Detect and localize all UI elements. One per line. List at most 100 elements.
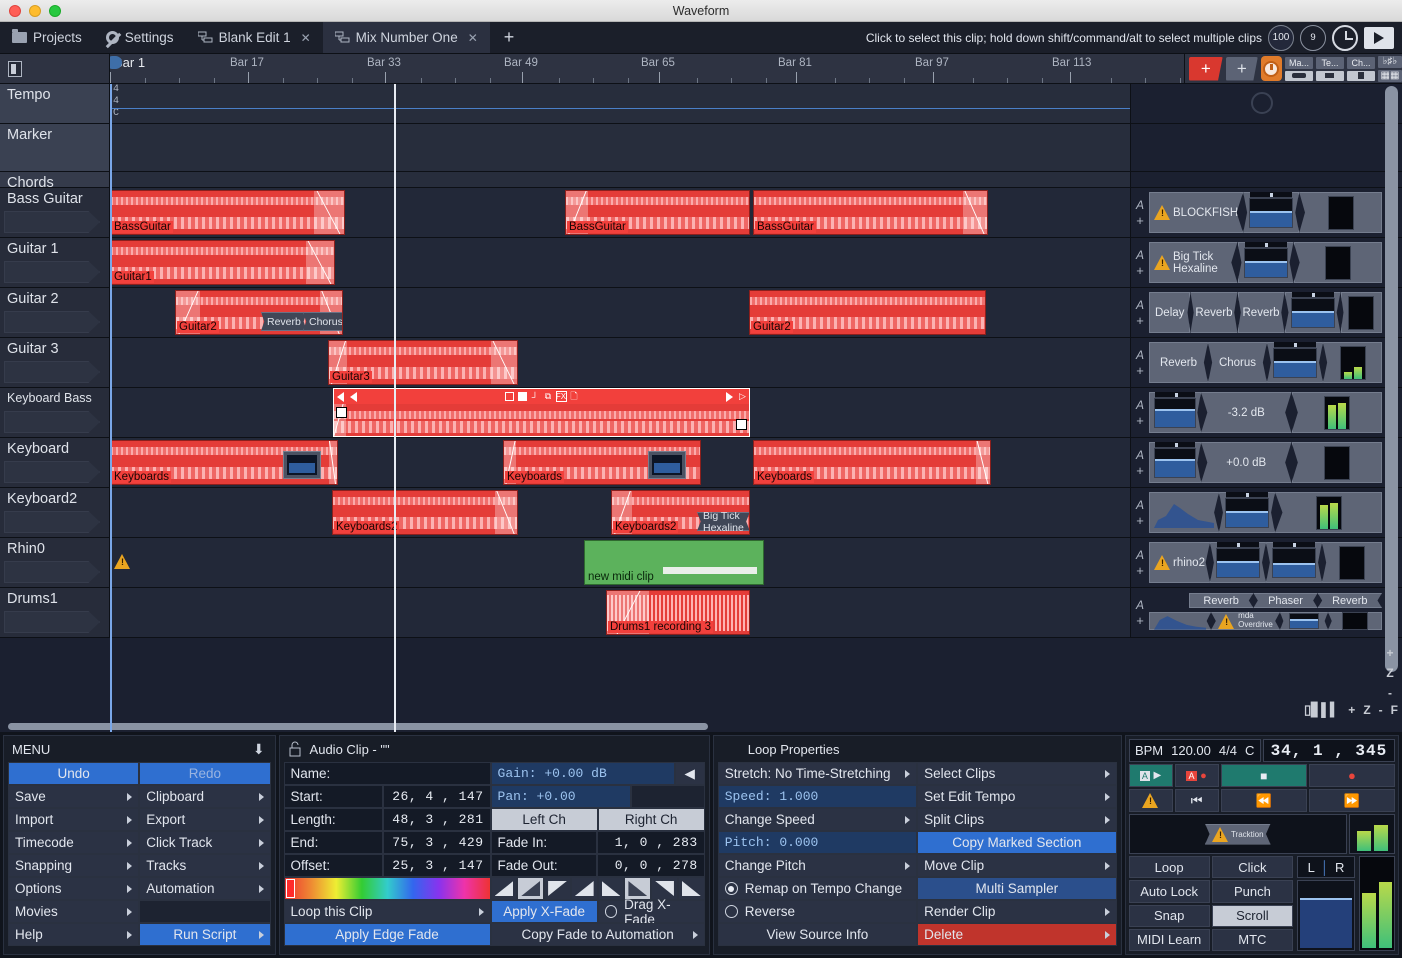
track-header-drums1[interactable]: Drums1 bbox=[0, 588, 110, 637]
automation-column[interactable]: A + bbox=[1131, 538, 1149, 587]
meta-lane-chords[interactable] bbox=[110, 172, 1130, 187]
track-header-keyboard-bass[interactable]: Keyboard Bass bbox=[0, 388, 110, 437]
plugin-chain[interactable]: +0.0 dB bbox=[1149, 441, 1382, 484]
plugin-slot[interactable]: Big Tick Hexaline bbox=[1149, 242, 1238, 283]
abort-play-button[interactable]: A ▶ bbox=[1128, 764, 1173, 787]
field-value[interactable]: 75, 3 , 429 bbox=[382, 831, 491, 854]
loop-item-change-speed[interactable]: Change Speed bbox=[717, 808, 918, 831]
play-outline-icon[interactable]: ▷ bbox=[737, 391, 748, 402]
loop-item-split-clips[interactable]: Split Clips bbox=[917, 808, 1117, 831]
track-lane-2[interactable]: Reverb Chorus Guitar2 Guitar2 bbox=[110, 288, 1130, 337]
menu-item-options[interactable]: Options bbox=[8, 877, 140, 900]
automation-column[interactable]: A + bbox=[1131, 288, 1149, 337]
add-track-button[interactable]: + bbox=[1225, 56, 1258, 81]
track-3[interactable]: Guitar 3Guitar3A+ReverbChorusMS bbox=[0, 338, 1402, 388]
loop-this-clip-button[interactable]: Loop this Clip bbox=[283, 900, 491, 923]
clip[interactable]: Drums1 recording 3 bbox=[606, 590, 750, 635]
track-header-chords[interactable]: Chords bbox=[0, 172, 110, 191]
edit-cursor[interactable] bbox=[110, 84, 112, 732]
plugin-slot[interactable]: Reverb bbox=[1317, 593, 1382, 608]
horizontal-scrollbar[interactable] bbox=[0, 720, 1380, 732]
clip-color-picker[interactable] bbox=[283, 877, 491, 900]
playhead[interactable] bbox=[394, 84, 396, 732]
mixer-strip-4[interactable]: A+-3.2 dBMS bbox=[1130, 388, 1402, 437]
menu-item-undo[interactable]: Undo bbox=[8, 762, 140, 785]
loop-item-set-edit-tempo[interactable]: Set Edit Tempo bbox=[917, 785, 1117, 808]
master-volume-fader[interactable] bbox=[1297, 880, 1355, 951]
concave-up-icon[interactable] bbox=[544, 877, 571, 900]
mixer-strip-7[interactable]: A+rhino2MS bbox=[1130, 538, 1402, 587]
loop-item-speed-1-000[interactable]: Speed: 1.000 bbox=[717, 785, 918, 808]
plugin-chain[interactable] bbox=[1149, 491, 1382, 534]
clip[interactable]: BassGuitar bbox=[565, 190, 750, 235]
track-settings-arrow[interactable] bbox=[4, 511, 100, 533]
track-lane-4[interactable]: ┘ ⧉ FX 🗋 ▷ bbox=[110, 388, 1130, 437]
loop-item-multi-sampler[interactable]: Multi Sampler bbox=[917, 877, 1117, 900]
clip-plugin[interactable]: Reverb bbox=[261, 312, 307, 331]
track-header-keyboard[interactable]: Keyboard bbox=[0, 438, 110, 487]
toggle-loop[interactable]: Loop bbox=[1128, 856, 1210, 879]
chords-minitab[interactable]: Ch... bbox=[1346, 56, 1375, 81]
track-header-guitar-2[interactable]: Guitar 2 bbox=[0, 288, 110, 337]
plugin-slot[interactable]: Chorus bbox=[1208, 342, 1267, 383]
unlock-icon[interactable] bbox=[288, 741, 302, 757]
plugin-chain[interactable]: Big Tick Hexaline bbox=[1149, 241, 1382, 284]
plugin-fader-slot[interactable] bbox=[1219, 492, 1275, 533]
field-value[interactable]: 26, 4 , 147 bbox=[382, 785, 491, 808]
plugin-wave-display[interactable] bbox=[1149, 612, 1211, 630]
plugin-slot[interactable]: Reverb bbox=[1189, 593, 1254, 608]
menu-item-tracks[interactable]: Tracks bbox=[139, 854, 271, 877]
tab-settings[interactable]: Settings bbox=[94, 22, 186, 53]
plugin-chain[interactable]: ReverbPhaserReverb mdaOverdrive bbox=[1149, 591, 1382, 634]
right-channel-button[interactable]: Right Ch bbox=[597, 808, 705, 831]
plugin-slot[interactable]: rhino2 bbox=[1149, 542, 1210, 583]
plugin-chain[interactable]: -3.2 dB bbox=[1149, 391, 1382, 434]
rewind-icon[interactable] bbox=[335, 391, 346, 402]
track-settings-arrow[interactable] bbox=[4, 561, 100, 583]
menu-item-run-script[interactable]: Run Script bbox=[139, 923, 271, 946]
download-icon[interactable]: ⬇ bbox=[253, 741, 265, 758]
toggle-snap[interactable]: Snap bbox=[1128, 904, 1210, 927]
fade-in-handle[interactable] bbox=[336, 407, 347, 418]
menu-item-timecode[interactable]: Timecode bbox=[8, 831, 140, 854]
clip[interactable]: Reverb Chorus Guitar2 bbox=[175, 290, 343, 335]
loop-item-copy-marked-section[interactable]: Copy Marked Section bbox=[917, 831, 1117, 854]
mixer-strip-2[interactable]: A+DelayReverbReverbMS bbox=[1130, 288, 1402, 337]
track-lane-5[interactable]: Keyboards Keyboards Keyboards bbox=[110, 438, 1130, 487]
mixer-strip-6[interactable]: A+MS bbox=[1130, 488, 1402, 537]
track-settings-arrow[interactable] bbox=[4, 461, 100, 483]
loop-item-pitch-0-000[interactable]: Pitch: 0.000 bbox=[717, 831, 918, 854]
plugin-meter-slot[interactable] bbox=[1299, 192, 1382, 233]
convex-up-icon[interactable] bbox=[517, 877, 545, 900]
stop-button[interactable]: ■ bbox=[1220, 764, 1307, 787]
track-header-marker[interactable]: Marker bbox=[0, 124, 110, 171]
plugin-meter-slot[interactable] bbox=[1291, 442, 1382, 483]
add-tab-button[interactable]: + bbox=[490, 22, 529, 53]
playhead-position[interactable]: 34, 1 , 345 bbox=[1262, 739, 1396, 762]
clip-toolbar[interactable]: ┘ ⧉ FX 🗋 ▷ bbox=[334, 389, 749, 404]
track-settings-arrow[interactable] bbox=[4, 261, 100, 283]
zoom-horizontal-controls[interactable]: ▯▋▌▍ + Z - F bbox=[1304, 702, 1398, 718]
tempo-info[interactable]: BPM 120.00 4/4 C bbox=[1128, 739, 1261, 762]
clip-plugin[interactable]: Big Tick Hexaline bbox=[697, 512, 749, 531]
toggle-midi-learn[interactable]: MIDI Learn bbox=[1128, 928, 1210, 951]
menu-item-import[interactable]: Import bbox=[8, 808, 140, 831]
fade-out-handle[interactable] bbox=[736, 419, 747, 430]
fade-in-value[interactable]: 1, 0 , 283 bbox=[596, 831, 705, 854]
track-lane-1[interactable]: Guitar1 bbox=[110, 238, 1130, 287]
track-view-toggle-icon[interactable] bbox=[8, 60, 22, 77]
volume-fader[interactable] bbox=[1243, 242, 1288, 278]
return-start-button[interactable]: ⏮ bbox=[1174, 789, 1219, 812]
menu-item-movies[interactable]: Movies bbox=[8, 900, 140, 923]
loop-item-remap-on-tempo-change[interactable]: Remap on Tempo Change bbox=[717, 877, 918, 900]
keyboard-icon[interactable]: ♭♯♭ bbox=[1377, 55, 1402, 68]
volume-fader-2[interactable] bbox=[1271, 542, 1316, 578]
field-value[interactable]: 25, 3 , 147 bbox=[382, 854, 491, 877]
fastforward-button[interactable]: ⏩ bbox=[1308, 789, 1395, 812]
track-lane-8[interactable]: Drums1 recording 3 bbox=[110, 588, 1130, 637]
arrange-area[interactable]: Tempo 4 4 C Marker Chords Bass Guitar BassGuita… bbox=[0, 84, 1402, 732]
loop-item-reverse[interactable]: Reverse bbox=[717, 900, 918, 923]
mixer-strip-8[interactable]: A+ReverbPhaserReverbmdaOverdriveMS bbox=[1130, 588, 1402, 637]
square-filled-icon[interactable] bbox=[517, 391, 528, 402]
toggle-mtc[interactable]: MTC bbox=[1211, 928, 1293, 951]
